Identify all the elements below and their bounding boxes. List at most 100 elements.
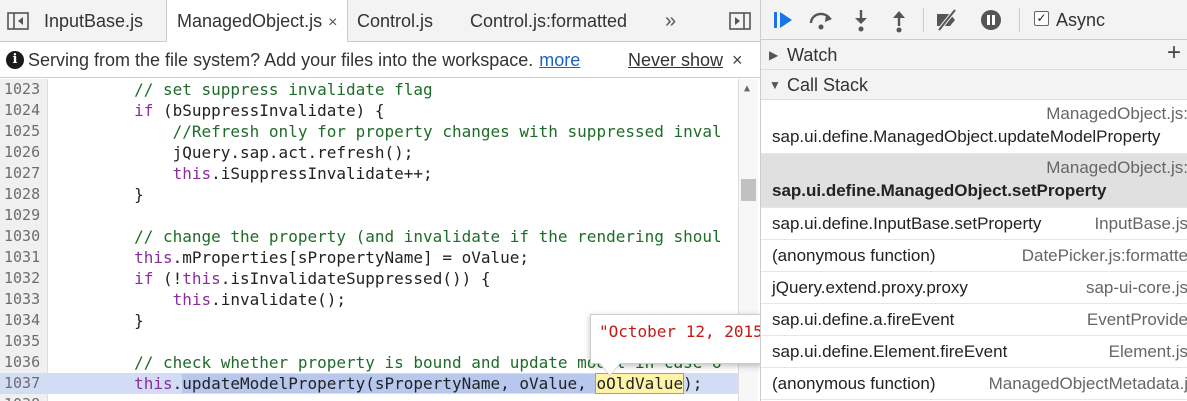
line-number[interactable]: 1024 — [4, 100, 40, 121]
code-line[interactable]: 1027 this.iSuppressInvalidate++; — [0, 163, 738, 184]
code-token: updateModelProperty(sPropertyName, oValu… — [182, 374, 597, 393]
line-number[interactable]: 1037 — [4, 373, 40, 394]
call-frame[interactable]: ManagedObjectMetadata.j (anonymous functi… — [761, 368, 1187, 400]
scrollbar-thumb[interactable] — [741, 179, 756, 201]
step-over-icon[interactable] — [807, 6, 835, 34]
collapse-icon: ▼ — [769, 78, 781, 92]
code-line[interactable]: 1025 //Refresh only for property changes… — [0, 121, 738, 142]
line-number[interactable]: 1029 — [4, 205, 40, 226]
toggle-debugger-icon[interactable] — [728, 9, 752, 33]
more-link[interactable]: more — [539, 50, 580, 70]
call-frame[interactable]: sap-ui-core.js jQuery.extend.proxy.proxy — [761, 272, 1187, 304]
code-line-current[interactable]: 1037 this.updateModelProperty(sPropertyN… — [0, 373, 738, 394]
tab-inputbase[interactable]: InputBase.js — [44, 0, 143, 42]
tab-overflow-icon[interactable]: » — [665, 0, 676, 42]
async-label: Async — [1056, 10, 1106, 30]
tab-control[interactable]: Control.js — [357, 0, 433, 42]
editor-tab-bar: InputBase.js ManagedObject.js × Control.j… — [0, 0, 760, 43]
tab-label: InputBase.js — [44, 11, 144, 31]
code-line[interactable]: 1031 this.mProperties[sPropertyName] = o… — [0, 247, 738, 268]
call-frame-function: sap.ui.define.a.fireEvent — [772, 310, 955, 330]
never-show-link[interactable]: Never show — [628, 42, 723, 78]
code-line[interactable]: 1033 this.invalidate(); — [0, 289, 738, 310]
call-frame-function: sap.ui.define.ManagedObject.setProperty — [772, 181, 1107, 200]
hovered-variable[interactable]: oOldValue — [595, 373, 685, 394]
tab-label: Control.js:formatted — [470, 11, 628, 31]
call-frame-location[interactable]: InputBase.js — [1084, 214, 1187, 234]
call-frame-location[interactable]: EventProvide — [1077, 310, 1187, 330]
line-number[interactable]: 1023 — [4, 79, 40, 100]
line-number[interactable]: 1032 — [4, 268, 40, 289]
code-line[interactable]: 1028 } — [0, 184, 738, 205]
code-text: this.updateModelProperty(sPropertyName, … — [57, 373, 702, 394]
code-token: .iSuppressInvalidate++; — [211, 164, 433, 183]
line-number[interactable]: 1025 — [4, 121, 40, 142]
code-line[interactable]: 1023 // set suppress invalidate flag — [0, 79, 738, 100]
toolbar-separator — [1019, 8, 1020, 32]
call-frame-location[interactable]: ManagedObjectMetadata.j — [979, 374, 1187, 394]
step-out-icon[interactable] — [885, 6, 913, 34]
call-frame[interactable]: EventProvide sap.ui.define.a.fireEvent — [761, 304, 1187, 336]
debugger-sidebar: ✓ Async ▶ Watch + ▼ Call Stack ManagedOb… — [760, 0, 1187, 401]
line-number[interactable]: 1035 — [4, 331, 40, 352]
call-frame[interactable]: Element.js sap.ui.define.Element.fireEven… — [761, 336, 1187, 368]
code-text: if (!this.isInvalidateSuppressed()) { — [57, 268, 490, 289]
code-line[interactable]: 1030 // change the property (and invalid… — [0, 226, 738, 247]
pause-on-exceptions-icon[interactable] — [977, 6, 1005, 34]
call-frame-function: (anonymous function) — [772, 374, 936, 394]
line-number[interactable]: 1038 — [4, 394, 40, 401]
async-checkbox[interactable]: ✓ — [1034, 11, 1049, 26]
code-token: .isInvalidateSuppressed()) { — [220, 269, 491, 288]
call-frame-function: sap.ui.define.InputBase.setProperty — [772, 214, 1042, 234]
call-frame-selected[interactable]: ManagedObject.js: sap.ui.define.ManagedOb… — [761, 154, 1187, 208]
watch-section-header[interactable]: ▶ Watch + — [761, 38, 1187, 70]
info-icon: i — [6, 51, 24, 69]
code-line[interactable]: 1032 if (!this.isInvalidateSuppressed())… — [0, 268, 738, 289]
infobar-text: Serving from the file system? Add your f… — [28, 50, 534, 70]
code-line[interactable]: 1024 if (bSuppressInvalidate) { — [0, 100, 738, 121]
code-text: this.invalidate(); — [57, 289, 346, 310]
call-frame-function: jQuery.extend.proxy.proxy — [772, 278, 968, 298]
code-keyword: this — [134, 248, 173, 267]
call-frame-location[interactable]: sap-ui-core.js — [1076, 278, 1187, 298]
call-frame[interactable]: ManagedObject.js: sap.ui.define.ManagedOb… — [761, 100, 1187, 154]
call-frame-location[interactable]: ManagedObject.js: — [1036, 158, 1187, 178]
code-keyword: if — [134, 101, 154, 120]
step-into-icon[interactable] — [847, 6, 875, 34]
code-token: (! — [153, 269, 183, 288]
line-number[interactable]: 1033 — [4, 289, 40, 310]
code-keyword: this — [134, 374, 173, 393]
code-keyword: if — [134, 269, 154, 288]
resume-icon[interactable] — [769, 6, 797, 34]
code-line[interactable]: 1029 — [0, 205, 738, 226]
deactivate-breakpoints-icon[interactable] — [933, 6, 961, 34]
line-number[interactable]: 1030 — [4, 226, 40, 247]
code-line[interactable]: 1026 jQuery.sap.act.refresh(); — [0, 142, 738, 163]
scroll-up-icon[interactable]: ▲ — [744, 83, 750, 94]
call-frame-function: sap.ui.define.ManagedObject.updateModelP… — [772, 127, 1161, 146]
line-number[interactable]: 1036 — [4, 352, 40, 373]
toggle-navigator-icon[interactable] — [6, 9, 30, 33]
tab-managedobject[interactable]: ManagedObject.js × — [166, 0, 349, 43]
line-number[interactable]: 1026 — [4, 142, 40, 163]
line-number[interactable]: 1027 — [4, 163, 40, 184]
line-number[interactable]: 1031 — [4, 247, 40, 268]
code-keyword: this — [172, 290, 212, 309]
call-frame-location[interactable]: ManagedObject.js: — [1036, 104, 1187, 124]
tab-close-icon[interactable]: × — [328, 14, 337, 31]
call-stack-section-header[interactable]: ▼ Call Stack — [761, 70, 1187, 100]
tab-label: ManagedObject.js — [177, 11, 323, 31]
line-number[interactable]: 1034 — [4, 310, 40, 331]
tab-control-formatted[interactable]: Control.js:formatted — [470, 0, 627, 42]
call-frame-location[interactable]: DatePicker.js:formatte — [1012, 246, 1187, 266]
call-frame[interactable]: DatePicker.js:formatte (anonymous functio… — [761, 240, 1187, 272]
call-frame-location[interactable]: Element.js — [1099, 342, 1187, 362]
code-line[interactable]: 1038 — [0, 394, 738, 401]
line-number[interactable]: 1028 — [4, 184, 40, 205]
infobar-close-icon[interactable]: × — [732, 42, 743, 78]
call-frame[interactable]: InputBase.js sap.ui.define.InputBase.setP… — [761, 208, 1187, 240]
add-watch-icon[interactable]: + — [1167, 38, 1181, 68]
